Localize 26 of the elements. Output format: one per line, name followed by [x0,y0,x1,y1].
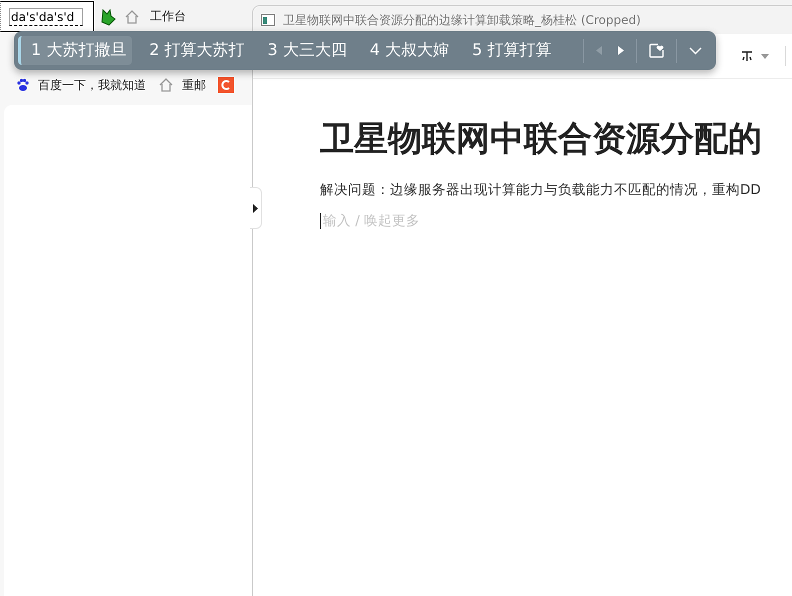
window-title: 卫星物联网中联合资源分配的边缘计算卸载策略_杨桂松 (Cropped) [283,12,641,28]
window-icon [261,14,275,26]
bookmark-link[interactable]: 百度一下，我就知道 [16,76,146,94]
heart-box-icon [649,43,664,58]
home-icon[interactable] [124,8,140,24]
c-logo-icon [218,77,234,93]
chevron-down-icon [689,46,702,54]
candidate-item[interactable]: 1 大苏打撒旦 [18,36,132,65]
document-paragraph: 解决问题：边缘服务器出现计算能力与负载能力不匹配的情况，重构DD [320,181,762,199]
right-triangle-icon [618,46,624,55]
document-heading: 卫星物联网中联合资源分配的 [320,118,763,161]
leaf-icon [100,8,116,26]
paw-icon [16,78,30,92]
candidate-item[interactable]: 2 打算大苏打 [136,36,251,65]
candidate-item[interactable]: 3 大三大四 [254,36,353,65]
home-icon [158,77,174,93]
bookmark-link[interactable] [218,77,234,93]
expand-icon [253,204,258,212]
left-triangle-icon [596,46,602,55]
composition-field[interactable]: da's'da's'd [9,8,83,26]
candidate-item[interactable]: 5 打算打算 [459,36,558,65]
caret-icon [761,54,769,58]
candidate-item[interactable]: 4 大叔大婶 [356,36,456,65]
bookmark-link[interactable]: 重邮 [158,76,206,94]
bookmark-link[interactable]: 工作台 [150,8,186,25]
expand-handle[interactable] [250,187,262,229]
